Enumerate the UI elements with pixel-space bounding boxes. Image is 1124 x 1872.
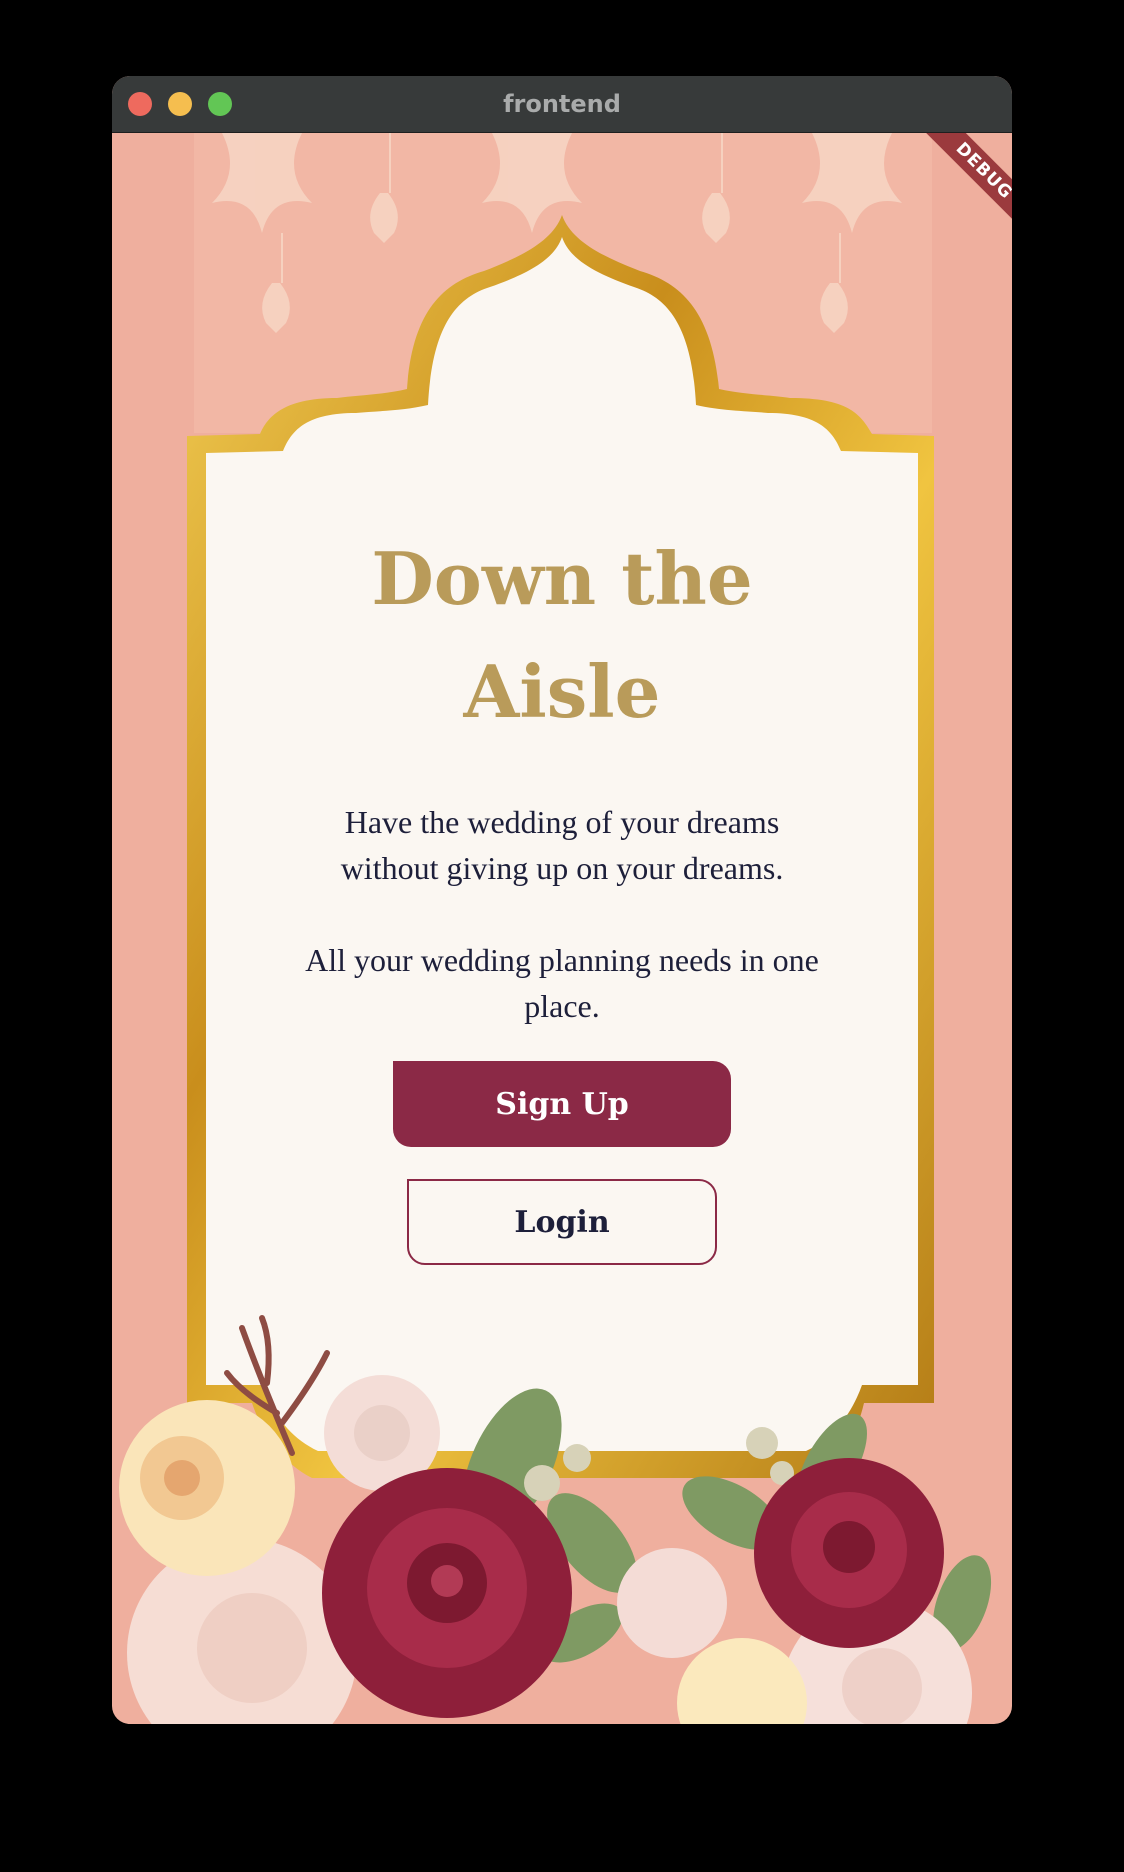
app-window: frontend Down the Aisle Have the wedding…	[112, 76, 1012, 1724]
app-title-line-2: Aisle	[463, 649, 661, 734]
description-line-1: All your wedding planning needs in one	[305, 942, 819, 978]
title-bar: frontend	[112, 76, 1012, 133]
window-title: frontend	[503, 90, 621, 118]
welcome-screen: Down the Aisle Have the wedding of your …	[112, 133, 1012, 1724]
tagline-line-1: Have the wedding of your dreams	[344, 804, 780, 840]
description: All your wedding planning needs in one p…	[272, 937, 852, 1029]
sign-up-button[interactable]: Sign Up	[393, 1061, 731, 1147]
tagline-line-2: without giving up on your dreams.	[340, 850, 784, 886]
app-title-line-1: Down the	[371, 536, 753, 621]
background-illustration	[119, 133, 992, 1724]
login-button[interactable]: Login	[407, 1179, 717, 1265]
description-line-2: place.	[524, 988, 600, 1024]
tagline: Have the wedding of your dreams without …	[272, 799, 852, 891]
